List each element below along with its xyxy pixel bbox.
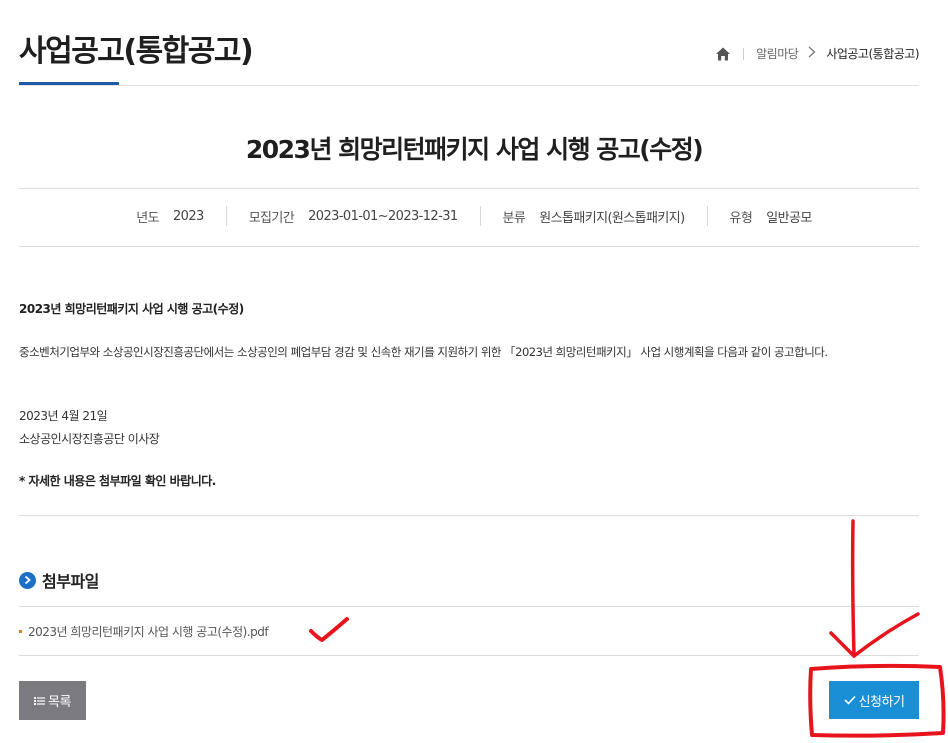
body-heading: 2023년 희망리턴패키지 사업 시행 공고(수정) bbox=[19, 302, 244, 316]
arrow-shaft-annotation bbox=[850, 519, 856, 657]
home-icon[interactable] bbox=[715, 46, 731, 62]
meta-value: 2023 bbox=[173, 208, 204, 224]
breadcrumb: 알림마당 사업공고(통합공고) bbox=[715, 45, 919, 62]
attachment-file[interactable]: 2023년 희망리턴패키지 사업 시행 공고(수정).pdf bbox=[19, 623, 269, 640]
apply-button-label: 신청하기 bbox=[858, 694, 905, 710]
arrow-head-right-annotation bbox=[852, 612, 920, 658]
attachment-file-link[interactable]: 2023년 희망리턴패키지 사업 시행 공고(수정).pdf bbox=[28, 623, 269, 640]
meta-value: 2023-01-01~2023-12-31 bbox=[308, 208, 458, 224]
breadcrumb-divider bbox=[743, 47, 745, 60]
meta-value: 원스톱패키지(원스톱패키지) bbox=[539, 210, 685, 226]
breadcrumb-item-notice[interactable]: 알림마당 bbox=[756, 45, 799, 62]
list-icon bbox=[34, 696, 46, 706]
body-issuer: 소상공인시장진흥공단 이사장 bbox=[19, 432, 160, 446]
meta-period: 모집기간 2023-01-01~2023-12-31 bbox=[249, 207, 458, 226]
attachments-title: 첨부파일 bbox=[42, 572, 99, 591]
body-date: 2023년 4월 21일 bbox=[19, 409, 108, 423]
meta-year: 년도 2023 bbox=[136, 207, 204, 226]
arrow-head-left-annotation bbox=[829, 631, 856, 658]
post-title: 2023년 희망리턴패키지 사업 시행 공고(수정) bbox=[245, 135, 704, 164]
meta-divider bbox=[225, 206, 227, 226]
meta-label: 모집기간 bbox=[248, 210, 295, 226]
meta-divider bbox=[479, 206, 481, 226]
meta-type: 유형 일반공모 bbox=[729, 207, 813, 226]
meta-top-divider bbox=[19, 188, 919, 189]
list-button-label: 목록 bbox=[48, 695, 71, 710]
checkmark-annotation bbox=[309, 617, 349, 642]
attachments-bottom-divider bbox=[19, 655, 919, 656]
list-button[interactable]: 목록 bbox=[19, 681, 86, 720]
meta-category: 분류 원스톱패키지(원스톱패키지) bbox=[502, 207, 686, 226]
meta-bottom-divider bbox=[19, 246, 919, 247]
body-note: * 자세한 내용은 첨부파일 확인 바랍니다. bbox=[19, 474, 216, 488]
chevron-circle-icon bbox=[19, 571, 36, 589]
attachments-header: 첨부파일 bbox=[19, 568, 99, 592]
title-divider bbox=[19, 85, 919, 86]
post-meta: 년도 2023 모집기간 2023-01-01~2023-12-31 분류 원스… bbox=[0, 206, 948, 226]
page-title: 사업공고(통합공고) bbox=[19, 34, 254, 69]
meta-divider bbox=[706, 206, 708, 226]
breadcrumb-item-current[interactable]: 사업공고(통합공고) bbox=[826, 45, 919, 62]
meta-label: 유형 bbox=[729, 210, 753, 226]
meta-label: 년도 bbox=[136, 210, 159, 226]
bullet-icon bbox=[19, 630, 22, 633]
meta-value: 일반공모 bbox=[766, 210, 812, 226]
meta-label: 분류 bbox=[502, 210, 526, 226]
apply-button[interactable]: 신청하기 bbox=[829, 681, 919, 719]
check-icon bbox=[844, 695, 856, 705]
body-paragraph: 중소벤처기업부와 소상공인시장진흥공단에서는 소상공인의 폐업부담 경감 및 신… bbox=[19, 345, 828, 359]
chevron-right-icon bbox=[808, 46, 816, 62]
content-divider bbox=[19, 515, 919, 516]
attachments-top-divider bbox=[19, 606, 919, 607]
